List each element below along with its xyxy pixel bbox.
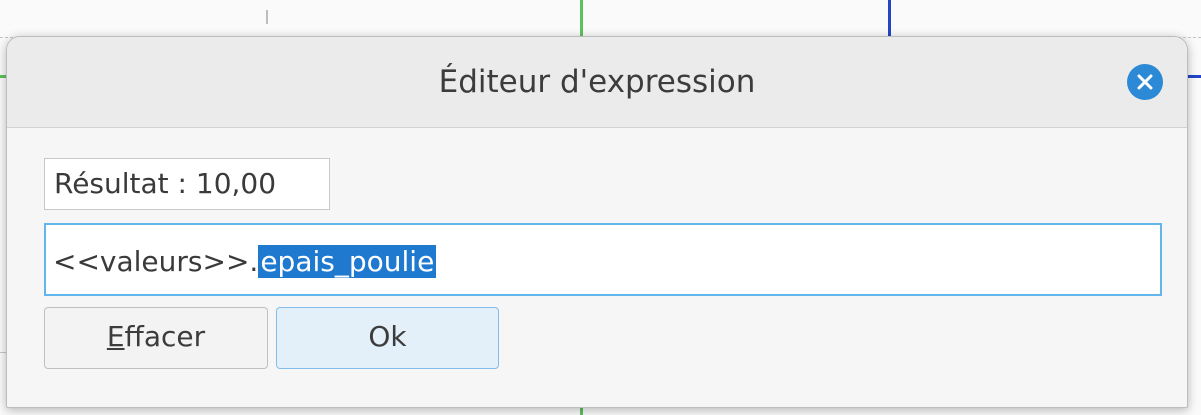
clear-button-mnemonic: E: [106, 320, 125, 353]
expression-prefix: <<valeurs>>.: [53, 245, 259, 278]
dialog-titlebar[interactable]: Éditeur d'expression: [7, 37, 1187, 128]
result-display: Résultat : 10,00: [44, 158, 330, 210]
expression-input[interactable]: <<valeurs>>.epais_poulie: [44, 223, 1162, 296]
clear-button-label: ffacer: [124, 320, 206, 353]
vertical-guide-blue: [888, 0, 891, 40]
vertical-guide-gray: [266, 10, 268, 24]
ok-button[interactable]: Ok: [276, 307, 499, 369]
dialog-title: Éditeur d'expression: [438, 64, 756, 100]
horizontal-guide-blue: [1186, 75, 1201, 78]
expression-editor-dialog: Éditeur d'expression Résultat : 10,00 <<…: [6, 36, 1188, 408]
close-button[interactable]: [1127, 64, 1163, 100]
clear-button[interactable]: Effacer: [44, 307, 268, 369]
close-icon: [1137, 74, 1153, 90]
expression-selected-text: epais_poulie: [258, 245, 437, 278]
